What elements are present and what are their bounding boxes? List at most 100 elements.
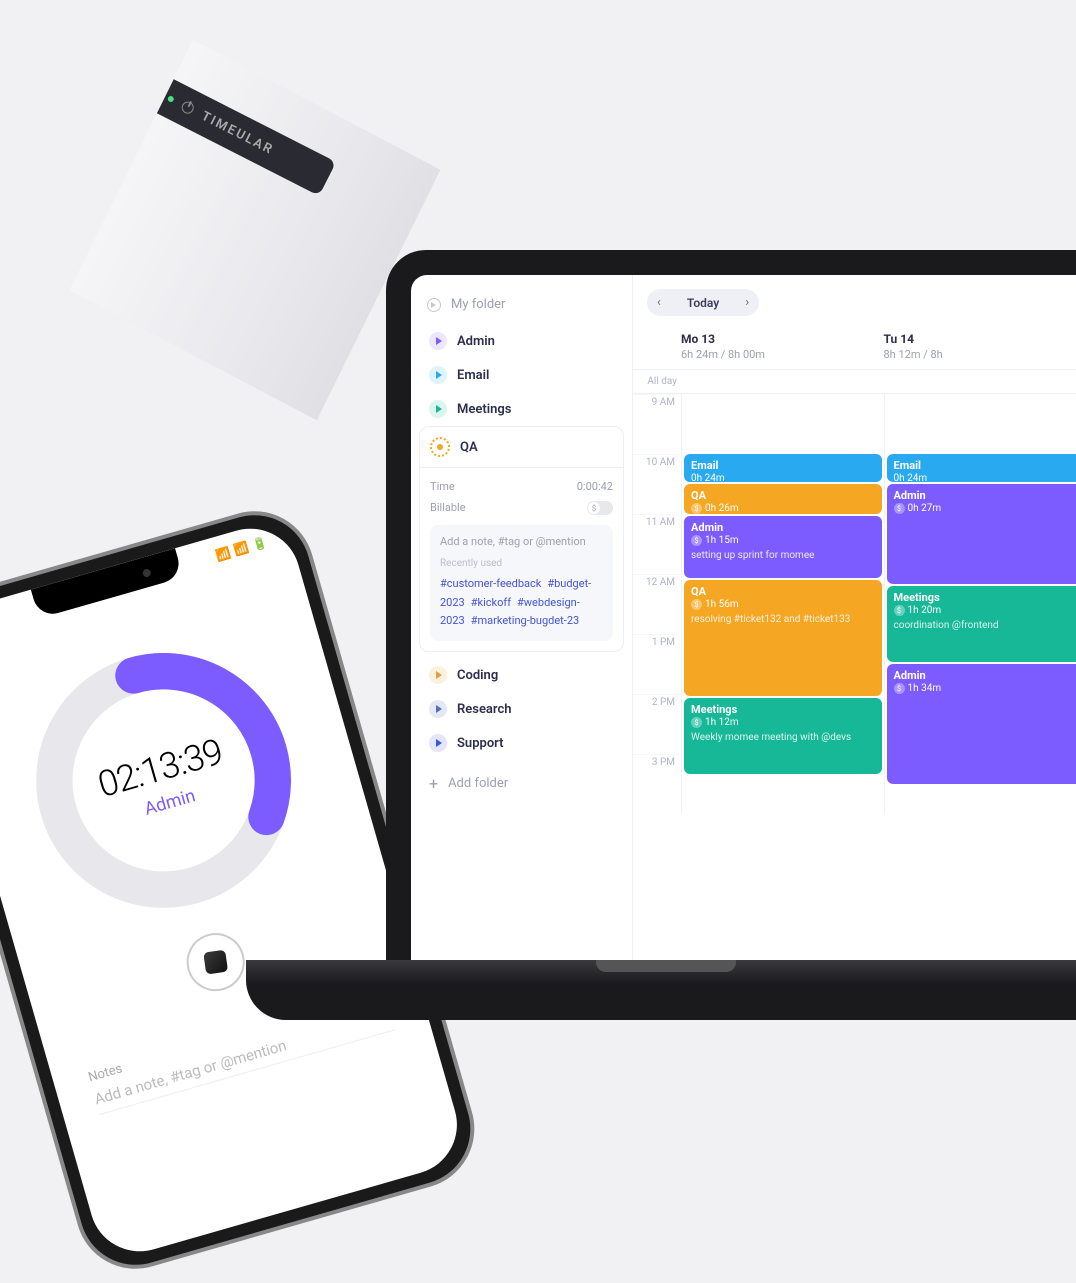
stop-icon [203, 950, 228, 975]
sidebar-item-email[interactable]: Email [419, 358, 624, 392]
billable-icon: $ [691, 503, 702, 514]
play-icon [429, 734, 447, 752]
billable-icon: $ [691, 535, 702, 546]
tracker-bar: TIMEULAR [105, 53, 336, 196]
laptop-mockup: My folder AdminEmailMeetings QA Time 0:0… [386, 250, 1076, 1020]
calendar-column-tue[interactable]: Email0h 24mAdmin$0h 27mMeetings$1h 20mco… [884, 394, 1076, 814]
stop-button[interactable] [180, 926, 252, 998]
sidebar-item-label: Support [457, 736, 504, 751]
allday-label: All day [633, 370, 681, 393]
event-title: Meetings [894, 591, 1076, 604]
brand-label: TIMEULAR [199, 108, 276, 157]
event-title: Admin [894, 489, 1076, 502]
recording-icon [430, 437, 450, 457]
recent-label: Recently used [440, 558, 603, 569]
sidebar-item-qa[interactable]: QA [419, 426, 624, 468]
play-icon [429, 366, 447, 384]
event-title: Admin [691, 521, 875, 534]
billable-icon: $ [894, 503, 905, 514]
day-summary: 6h 24m / 8h 00m [681, 348, 884, 361]
billable-icon: $ [894, 683, 905, 694]
event-title: Admin [894, 669, 1076, 682]
calendar-event[interactable]: Admin$1h 34m [887, 664, 1076, 784]
note-input[interactable]: Add a note, #tag or @mention [440, 535, 603, 548]
day-header: Mo 136h 24m / 8h 00m [681, 332, 884, 369]
calendar-event[interactable]: Admin$0h 27m [887, 484, 1076, 584]
tag[interactable]: #kickoff [471, 596, 511, 609]
day-header: Tu 14 8h 12m / 8h [884, 332, 1076, 369]
sidebar-item-coding[interactable]: Coding [419, 658, 624, 692]
time-value: 0:00:42 [577, 480, 613, 493]
event-title: Email [691, 459, 875, 472]
event-duration: 0h 24m [894, 473, 1076, 482]
play-icon [429, 700, 447, 718]
play-icon [429, 666, 447, 684]
event-duration: $1h 56m [691, 599, 875, 610]
folder-header[interactable]: My folder [419, 291, 624, 318]
day-name: Tu 14 [884, 332, 1076, 346]
calendar-event[interactable]: Meetings$1h 20m coordination @frontend [887, 586, 1076, 662]
power-icon [180, 100, 196, 116]
sidebar-item-meetings[interactable]: Meetings [419, 392, 624, 426]
calendar-event[interactable]: Meetings$1h 12mWeekly momee meeting with… [684, 698, 882, 774]
active-panel: Time 0:00:42 Billable Add a note, #tag o… [419, 468, 624, 652]
calendar-event[interactable]: Email0h 24m [684, 454, 882, 482]
event-title: Email [894, 459, 1076, 472]
billable-toggle[interactable] [587, 501, 613, 515]
event-title: Meetings [691, 703, 875, 716]
sidebar-item-label: Admin [457, 334, 495, 349]
plus-icon: + [429, 774, 438, 793]
next-button[interactable]: › [735, 289, 759, 316]
laptop-base [246, 960, 1076, 1020]
calendar-column-mon[interactable]: Email0h 24mQA$0h 26mAdmin$1h 15msetting … [681, 394, 884, 814]
billable-label: Billable [430, 501, 466, 515]
hour-label: 3 PM [633, 754, 681, 814]
sidebar-item-research[interactable]: Research [419, 692, 624, 726]
sidebar-item-label: Research [457, 702, 512, 717]
billable-icon: $ [691, 599, 702, 610]
event-title: QA [691, 585, 875, 598]
day-summary: 8h 12m / 8h [884, 348, 1076, 361]
hour-label: 11 AM [633, 514, 681, 574]
event-duration: $0h 27m [894, 503, 1076, 514]
sidebar-item-label: QA [460, 440, 478, 455]
event-duration: 0h 24m [691, 473, 875, 482]
event-duration: $1h 34m [894, 683, 1076, 694]
hour-label: 10 AM [633, 454, 681, 514]
add-folder-button[interactable]: + Add folder [419, 764, 624, 803]
calendar-event[interactable]: QA$1h 56m resolving #ticket132 and #ticke… [684, 580, 882, 696]
today-button[interactable]: Today [671, 290, 735, 316]
hour-label: 1 PM [633, 634, 681, 694]
event-title: QA [691, 489, 875, 502]
play-icon [429, 332, 447, 350]
event-desc: Weekly momee meeting with @devs [691, 731, 875, 744]
date-nav: ‹ Today › [647, 289, 759, 316]
play-icon [429, 400, 447, 418]
event-duration: $1h 15m [691, 535, 875, 546]
folder-icon [427, 298, 441, 312]
event-duration: $1h 20m [894, 605, 1076, 616]
hour-label: 9 AM [633, 394, 681, 454]
sidebar-item-support[interactable]: Support [419, 726, 624, 760]
billable-icon: $ [894, 605, 905, 616]
sidebar-item-label: Coding [457, 668, 498, 683]
billable-icon: $ [691, 717, 702, 728]
prev-button[interactable]: ‹ [647, 289, 671, 316]
calendar-event[interactable]: QA$0h 26m [684, 484, 882, 514]
recent-tags: #customer-feedback#budget-2023#kickoff#w… [440, 575, 603, 631]
add-folder-label: Add folder [448, 776, 508, 791]
tag[interactable]: #marketing-bugdet-23 [471, 614, 579, 627]
event-duration: $0h 26m [691, 503, 875, 514]
time-label: Time [430, 480, 455, 493]
hour-label: 12 AM [633, 574, 681, 634]
calendar: ‹ Today › Mo 136h 24m / 8h 00mTu 14 8h 12… [633, 275, 1076, 960]
event-desc: coordination @frontend [894, 619, 1076, 632]
tag[interactable]: #customer-feedback [440, 577, 541, 590]
folder-label: My folder [451, 297, 505, 312]
hour-label: 2 PM [633, 694, 681, 754]
event-desc: setting up sprint for momee [691, 549, 875, 562]
calendar-event[interactable]: Email0h 24m [887, 454, 1076, 482]
sidebar-item-admin[interactable]: Admin [419, 324, 624, 358]
event-desc: resolving #ticket132 and #ticket133 [691, 613, 875, 626]
calendar-event[interactable]: Admin$1h 15m setting up sprint for momee [684, 516, 882, 578]
